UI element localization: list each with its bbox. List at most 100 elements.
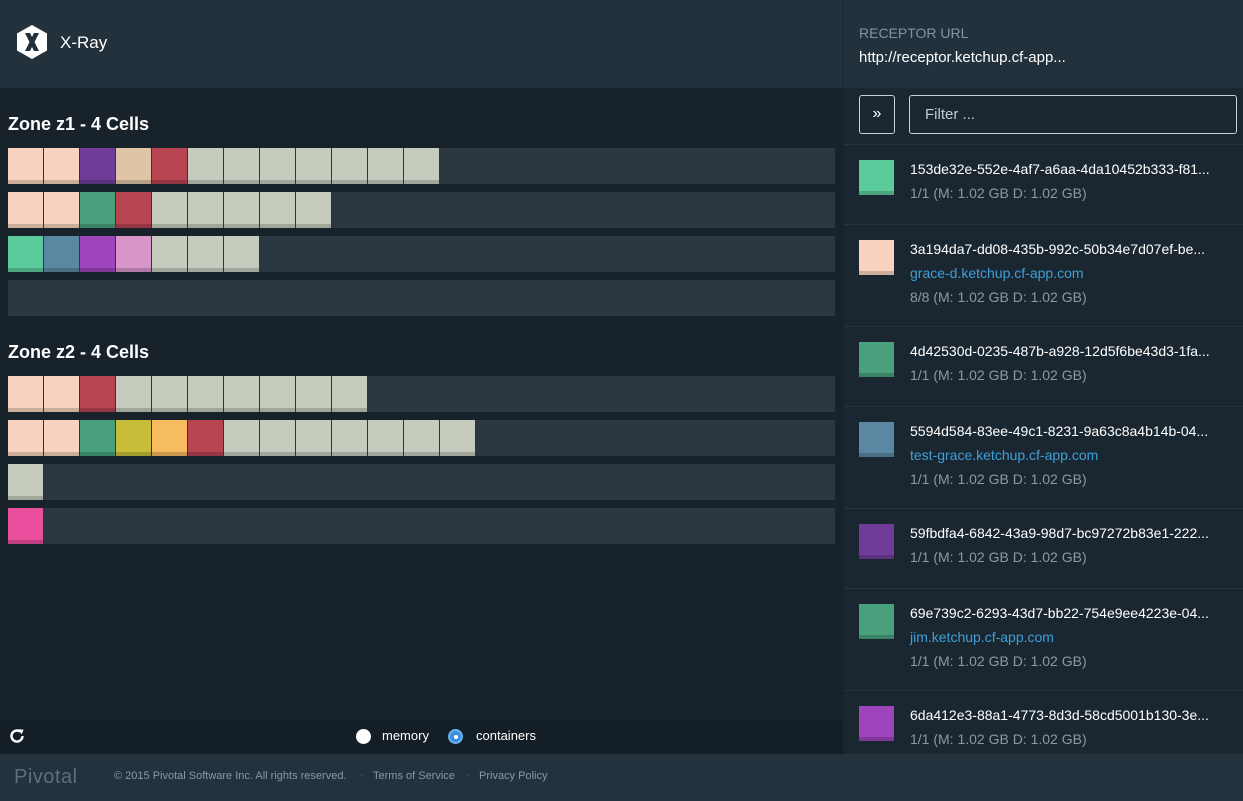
container-block[interactable] bbox=[260, 420, 295, 456]
container-block[interactable] bbox=[296, 376, 331, 412]
cell-row[interactable] bbox=[8, 236, 835, 272]
container-block[interactable] bbox=[404, 420, 439, 456]
container-block[interactable] bbox=[8, 420, 43, 456]
container-block[interactable] bbox=[332, 420, 367, 456]
container-block[interactable] bbox=[80, 236, 115, 272]
app-color-swatch bbox=[859, 524, 894, 559]
cell-row[interactable] bbox=[8, 148, 835, 184]
cell-row[interactable] bbox=[8, 280, 835, 316]
memory-radio[interactable] bbox=[356, 729, 371, 744]
cell-row[interactable] bbox=[8, 464, 835, 500]
app-route-link[interactable]: test-grace.ketchup.cf-app.com bbox=[910, 447, 1098, 463]
container-block[interactable] bbox=[80, 192, 115, 228]
app-stats: 1/1 (M: 1.02 GB D: 1.02 GB) bbox=[910, 731, 1087, 747]
app-list-item[interactable]: 69e739c2-6293-43d7-bb22-754e9ee4223e-04.… bbox=[844, 588, 1243, 690]
container-block[interactable] bbox=[116, 236, 151, 272]
container-block[interactable] bbox=[260, 376, 295, 412]
cell-row[interactable] bbox=[8, 376, 835, 412]
app-color-swatch bbox=[859, 604, 894, 639]
container-block[interactable] bbox=[80, 420, 115, 456]
container-block[interactable] bbox=[296, 148, 331, 184]
app-route-link[interactable]: jim.ketchup.cf-app.com bbox=[910, 629, 1054, 645]
container-block[interactable] bbox=[152, 376, 187, 412]
container-block[interactable] bbox=[44, 148, 79, 184]
app-color-swatch bbox=[859, 240, 894, 275]
container-block[interactable] bbox=[44, 420, 79, 456]
container-block[interactable] bbox=[44, 376, 79, 412]
container-block[interactable] bbox=[8, 508, 43, 544]
container-block[interactable] bbox=[260, 192, 295, 228]
container-block[interactable] bbox=[224, 148, 259, 184]
container-block[interactable] bbox=[8, 148, 43, 184]
app-list-item[interactable]: 59fbdfa4-6842-43a9-98d7-bc97272b83e1-222… bbox=[844, 508, 1243, 588]
cell-row[interactable] bbox=[8, 420, 835, 456]
app-color-swatch bbox=[859, 342, 894, 377]
containers-radio[interactable] bbox=[448, 729, 463, 744]
container-block[interactable] bbox=[116, 420, 151, 456]
cell-row[interactable] bbox=[8, 192, 835, 228]
footer-separator: · bbox=[360, 769, 364, 781]
container-block[interactable] bbox=[8, 192, 43, 228]
container-block[interactable] bbox=[188, 420, 223, 456]
container-block[interactable] bbox=[152, 148, 187, 184]
container-block[interactable] bbox=[188, 236, 223, 272]
collapse-sidebar-button[interactable]: » bbox=[859, 95, 895, 134]
container-block[interactable] bbox=[188, 192, 223, 228]
app-list-item[interactable]: 153de32e-552e-4af7-a6aa-4da10452b333-f81… bbox=[844, 144, 1243, 224]
container-block[interactable] bbox=[152, 236, 187, 272]
container-block[interactable] bbox=[440, 420, 475, 456]
container-block[interactable] bbox=[332, 376, 367, 412]
refresh-icon[interactable] bbox=[9, 728, 25, 744]
container-block[interactable] bbox=[8, 464, 43, 500]
container-block[interactable] bbox=[44, 192, 79, 228]
container-block[interactable] bbox=[296, 420, 331, 456]
filter-input[interactable] bbox=[909, 95, 1237, 134]
memory-radio-label[interactable]: memory bbox=[382, 728, 429, 743]
footer: Pivotal © 2015 Pivotal Software Inc. All… bbox=[0, 754, 1243, 801]
container-block[interactable] bbox=[296, 192, 331, 228]
app-guid: 59fbdfa4-6842-43a9-98d7-bc97272b83e1-222… bbox=[910, 525, 1209, 541]
app-stats: 8/8 (M: 1.02 GB D: 1.02 GB) bbox=[910, 289, 1087, 305]
container-block[interactable] bbox=[80, 148, 115, 184]
app-stats: 1/1 (M: 1.02 GB D: 1.02 GB) bbox=[910, 549, 1087, 565]
container-block[interactable] bbox=[224, 192, 259, 228]
xray-logo-icon[interactable] bbox=[14, 24, 50, 60]
container-block[interactable] bbox=[116, 192, 151, 228]
receptor-url-label: RECEPTOR URL bbox=[859, 25, 969, 41]
terms-of-service-link[interactable]: Terms of Service bbox=[373, 770, 455, 782]
container-block[interactable] bbox=[332, 148, 367, 184]
app-stats: 1/1 (M: 1.02 GB D: 1.02 GB) bbox=[910, 367, 1087, 383]
container-block[interactable] bbox=[368, 148, 403, 184]
container-block[interactable] bbox=[224, 376, 259, 412]
cell-row[interactable] bbox=[8, 508, 835, 544]
container-block[interactable] bbox=[368, 420, 403, 456]
container-block[interactable] bbox=[80, 376, 115, 412]
receptor-url-value[interactable]: http://receptor.ketchup.cf-app... bbox=[859, 49, 1066, 66]
app-list-item[interactable]: 3a194da7-dd08-435b-992c-50b34e7d07ef-be.… bbox=[844, 224, 1243, 326]
container-block[interactable] bbox=[152, 420, 187, 456]
app-guid: 4d42530d-0235-487b-a928-12d5f6be43d3-1fa… bbox=[910, 343, 1210, 359]
app-stats: 1/1 (M: 1.02 GB D: 1.02 GB) bbox=[910, 471, 1087, 487]
container-block[interactable] bbox=[116, 376, 151, 412]
container-block[interactable] bbox=[152, 192, 187, 228]
app-route-link[interactable]: grace-d.ketchup.cf-app.com bbox=[910, 265, 1084, 281]
container-block[interactable] bbox=[404, 148, 439, 184]
app-list-item[interactable]: 5594d584-83ee-49c1-8231-9a63c8a4b14b-04.… bbox=[844, 406, 1243, 508]
container-block[interactable] bbox=[188, 148, 223, 184]
app-list-item[interactable]: 6da412e3-88a1-4773-8d3d-58cd5001b130-3e.… bbox=[844, 690, 1243, 754]
container-block[interactable] bbox=[8, 376, 43, 412]
container-block[interactable] bbox=[224, 236, 259, 272]
container-block[interactable] bbox=[260, 148, 295, 184]
container-block[interactable] bbox=[188, 376, 223, 412]
container-block[interactable] bbox=[44, 236, 79, 272]
container-block[interactable] bbox=[224, 420, 259, 456]
container-block[interactable] bbox=[8, 236, 43, 272]
app-header: X-Ray bbox=[0, 0, 843, 88]
app-list-item[interactable]: 4d42530d-0235-487b-a928-12d5f6be43d3-1fa… bbox=[844, 326, 1243, 406]
pivotal-logo[interactable]: Pivotal bbox=[14, 766, 78, 789]
footer-separator: · bbox=[466, 769, 470, 781]
container-block[interactable] bbox=[116, 148, 151, 184]
app-color-swatch bbox=[859, 160, 894, 195]
containers-radio-label[interactable]: containers bbox=[476, 728, 536, 743]
privacy-policy-link[interactable]: Privacy Policy bbox=[479, 770, 547, 782]
